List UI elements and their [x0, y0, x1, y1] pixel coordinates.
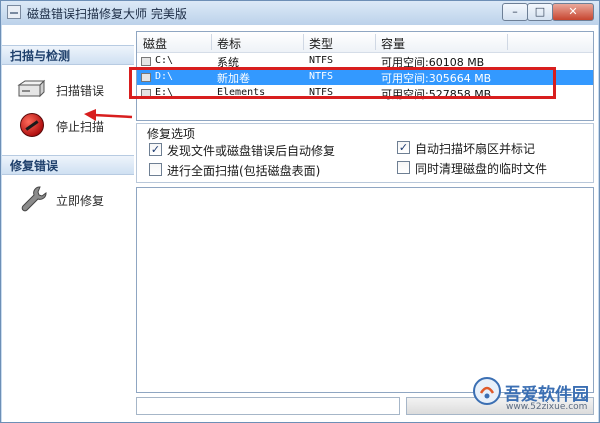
- status-field: [136, 397, 400, 415]
- title-bar[interactable]: 磁盘错误扫描修复大师 完美版 – □ ✕: [1, 1, 599, 25]
- drive-icon: [141, 57, 151, 66]
- drive-icon: [141, 89, 151, 98]
- clean-temp-label: 同时清理磁盘的临时文件: [415, 162, 548, 176]
- client-area: 扫描与检测 扫描错误 停止扫描 修复错误 立即修复 磁盘 卷标 类型 容量 C:…: [2, 25, 598, 422]
- auto-repair-checkbox[interactable]: ✓: [149, 143, 162, 156]
- minimize-button[interactable]: –: [502, 3, 528, 21]
- drive-row-e[interactable]: E:\ Elements NTFS 可用空间:527858 MB: [137, 86, 593, 101]
- wrench-icon: [21, 186, 47, 212]
- scan-errors-button[interactable]: 扫描错误: [16, 75, 132, 103]
- column-header-disk[interactable]: 磁盘: [143, 35, 167, 52]
- drive-icon: [141, 73, 151, 82]
- drive-volume-label: 系统: [217, 56, 239, 69]
- drive-list[interactable]: 磁盘 卷标 类型 容量 C:\ 系统 NTFS 可用空间:60108 MB D:…: [136, 31, 594, 121]
- clean-temp-option[interactable]: 同时清理磁盘的临时文件: [397, 160, 587, 176]
- disk-drive-icon: [17, 79, 46, 98]
- repair-options-group: 修复选项 ✓ 发现文件或磁盘错误后自动修复 进行全面扫描(包括磁盘表面) ✓ 自…: [136, 123, 594, 183]
- close-button[interactable]: ✕: [552, 3, 594, 21]
- repair-now-label: 立即修复: [56, 194, 105, 208]
- section-header-scan: 扫描与检测: [2, 45, 134, 65]
- bad-sector-option[interactable]: ✓ 自动扫描坏扇区并标记: [397, 140, 587, 156]
- site-watermark: 吾爱软件园 www.52zixue.com: [472, 374, 592, 418]
- drive-capacity: 可用空间:305664 MB: [381, 72, 492, 85]
- drive-row-d[interactable]: D:\ 新加卷 NTFS 可用空间:305664 MB: [137, 70, 593, 85]
- full-scan-checkbox[interactable]: [149, 163, 162, 176]
- full-scan-label: 进行全面扫描(包括磁盘表面): [167, 164, 321, 178]
- window-title: 磁盘错误扫描修复大师 完美版: [27, 7, 187, 21]
- auto-repair-option[interactable]: ✓ 发现文件或磁盘错误后自动修复: [149, 142, 389, 158]
- stop-icon: [20, 113, 44, 137]
- drive-type: NTFS: [309, 87, 334, 98]
- bad-sector-checkbox[interactable]: ✓: [397, 141, 410, 154]
- bad-sector-label: 自动扫描坏扇区并标记: [415, 142, 536, 156]
- annotation-arrow-icon: [84, 109, 133, 121]
- repair-options-title: 修复选项: [145, 125, 198, 142]
- drive-letter: C:\: [155, 55, 174, 66]
- drive-volume-label: Elements: [217, 87, 266, 98]
- app-window: 磁盘错误扫描修复大师 完美版 – □ ✕ 扫描与检测 扫描错误 停止扫描 修复错…: [0, 0, 600, 423]
- full-scan-option[interactable]: 进行全面扫描(包括磁盘表面): [149, 162, 389, 178]
- window-controls: – □ ✕: [502, 3, 594, 21]
- column-header-label[interactable]: 卷标: [217, 35, 241, 52]
- watermark-url: www.52zixue.com: [506, 402, 588, 412]
- watermark-logo-icon: [473, 377, 501, 405]
- section-header-repair: 修复错误: [2, 155, 134, 175]
- drive-row-c[interactable]: C:\ 系统 NTFS 可用空间:60108 MB: [137, 54, 593, 69]
- drive-letter: E:\: [155, 87, 174, 98]
- drive-letter: D:\: [155, 71, 174, 82]
- drive-volume-label: 新加卷: [217, 72, 250, 85]
- drive-type: NTFS: [309, 55, 334, 66]
- repair-now-button[interactable]: 立即修复: [16, 185, 132, 213]
- scan-log-area[interactable]: [136, 187, 594, 393]
- app-icon: [7, 5, 21, 19]
- clean-temp-checkbox[interactable]: [397, 161, 410, 174]
- list-header: 磁盘 卷标 类型 容量: [137, 32, 593, 53]
- column-header-capacity[interactable]: 容量: [381, 35, 405, 52]
- drive-type: NTFS: [309, 71, 334, 82]
- auto-repair-label: 发现文件或磁盘错误后自动修复: [167, 144, 336, 158]
- sidebar: 扫描与检测 扫描错误 停止扫描 修复错误 立即修复: [2, 25, 134, 422]
- column-header-type[interactable]: 类型: [309, 35, 333, 52]
- drive-capacity: 可用空间:527858 MB: [381, 88, 492, 101]
- scan-errors-label: 扫描错误: [56, 84, 105, 98]
- maximize-button[interactable]: □: [527, 3, 553, 21]
- drive-capacity: 可用空间:60108 MB: [381, 56, 485, 69]
